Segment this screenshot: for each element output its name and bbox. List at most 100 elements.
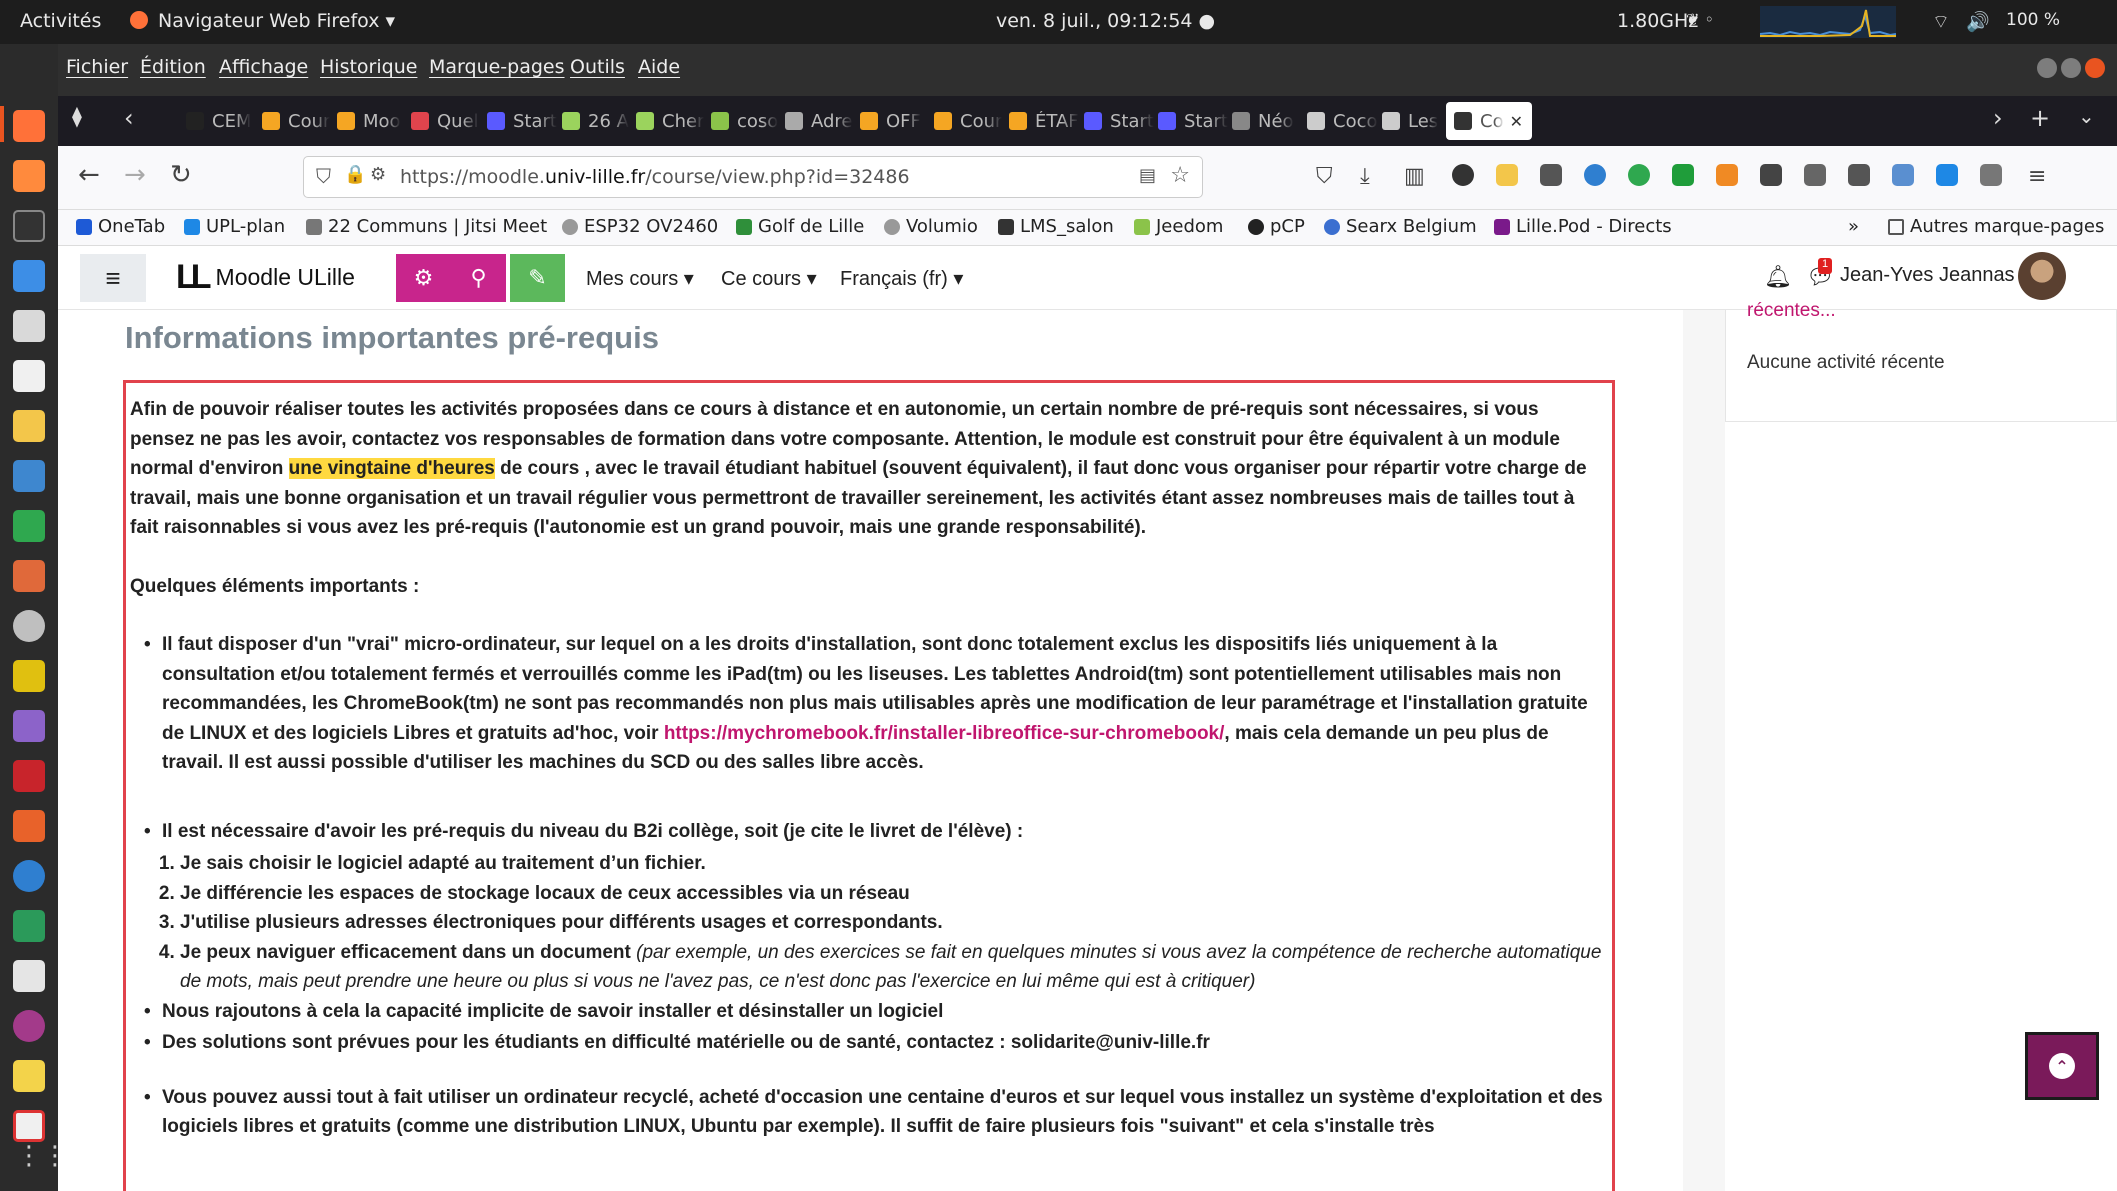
reader-view-icon[interactable]: ▤ (1139, 165, 1156, 186)
activities-button[interactable]: Activités (20, 10, 101, 32)
extension-c-icon[interactable] (1804, 164, 1826, 186)
menu-aide[interactable]: Aide (638, 56, 680, 78)
extension-note-icon[interactable] (1496, 164, 1518, 186)
extension-badge-icon[interactable] (1892, 164, 1914, 186)
menu-marque-pages[interactable]: Marque-pages (429, 56, 565, 78)
extension-orange-icon[interactable] (1716, 164, 1738, 186)
lock-icon[interactable]: 🔒 (344, 164, 366, 185)
extension-card-icon[interactable] (1760, 164, 1782, 186)
extension-star-icon[interactable] (1584, 164, 1606, 186)
ide-dock-icon[interactable] (13, 910, 45, 942)
bookmark-onetab[interactable]: OneTab (76, 216, 165, 237)
bookmark-upl-plan[interactable]: UPL-plan (184, 216, 285, 237)
back-to-top-button[interactable]: ⌃ (2025, 1032, 2099, 1100)
thunderbird-dock-icon[interactable] (13, 260, 45, 292)
volume-icon[interactable]: 🔊 (1966, 10, 1990, 33)
bookmark-lms-salon[interactable]: LMS_salon (998, 216, 1114, 237)
sidebar-icon[interactable]: ▥ (1404, 164, 1425, 189)
tab-favicon-icon (1382, 112, 1400, 130)
drawer-toggle-button[interactable]: ≡ (80, 254, 146, 302)
impress-dock-icon[interactable] (13, 560, 45, 592)
extension-v-icon[interactable] (1936, 164, 1958, 186)
extension-j-icon[interactable] (1452, 164, 1474, 186)
reload-button[interactable]: ↻ (170, 160, 192, 190)
system-monitor-graph[interactable] (1760, 6, 1896, 38)
bookmark-golf[interactable]: Golf de Lille (736, 216, 864, 237)
filezilla-dock-icon[interactable] (13, 760, 45, 792)
scanner-dock-icon[interactable] (13, 1110, 45, 1142)
video-dock-icon[interactable] (13, 710, 45, 742)
notes-dock-icon[interactable] (13, 410, 45, 442)
pinned-tab-icon[interactable]: ⧫ (72, 104, 82, 128)
forward-button[interactable]: → (124, 160, 146, 190)
settings-dock-icon[interactable] (13, 610, 45, 642)
sticky-notes-dock-icon[interactable] (13, 1060, 45, 1092)
bookmark-jeedom[interactable]: Jeedom (1134, 216, 1223, 237)
scroll-tabs-right[interactable]: › (1993, 104, 2003, 132)
files-dock-icon[interactable] (13, 310, 45, 342)
menu-affichage[interactable]: Affichage (219, 56, 308, 78)
language-menu[interactable]: Français (fr) ▾ (840, 266, 963, 291)
download-arrow-icon[interactable] (1672, 164, 1694, 186)
close-window-button[interactable] (2085, 58, 2105, 78)
menu-fichier[interactable]: Fichier (66, 56, 128, 78)
text-editor-dock-icon[interactable] (13, 360, 45, 392)
moodle-logo[interactable]: LL Moodle ULille (176, 258, 355, 297)
wifi-icon[interactable]: ⌔ (1932, 10, 1950, 34)
tweaks-dock-icon[interactable] (13, 1010, 45, 1042)
bookmark-esp32[interactable]: ESP32 OV2460 (562, 216, 718, 237)
bookmark-star-icon[interactable]: ☆ (1170, 163, 1190, 188)
new-tab-button[interactable]: + (2030, 104, 2050, 132)
extension-users-icon[interactable] (1540, 164, 1562, 186)
url-bar[interactable]: ⛉ 🔒 ⚙ https://moodle.univ-lille.fr/cours… (303, 156, 1203, 198)
close-tab-icon[interactable]: ✕ (1510, 112, 1523, 131)
menu-historique[interactable]: Historique (320, 56, 417, 78)
bookmark-searx[interactable]: Searx Belgium (1324, 216, 1477, 237)
battery-indicator[interactable]: 100 % (2006, 10, 2060, 30)
menu-edition[interactable]: Édition (140, 56, 206, 78)
bookmark-pcp[interactable]: pCP (1248, 216, 1305, 237)
admin-settings-button[interactable]: ⚙ (396, 254, 451, 302)
my-courses-menu[interactable]: Mes cours ▾ (586, 266, 694, 291)
firefox-dev-dock-icon[interactable] (13, 160, 45, 192)
calc-dock-icon[interactable] (13, 510, 45, 542)
menu-outils[interactable]: Outils (570, 56, 625, 78)
hamburger-menu-icon[interactable]: ≡ (2028, 164, 2046, 189)
tracking-shield-icon[interactable]: ⛉ (316, 164, 331, 188)
help-dock-icon[interactable] (13, 860, 45, 892)
drawing-dock-icon[interactable] (13, 660, 45, 692)
clock[interactable]: ven. 8 juil., 09:12:54 ● (996, 10, 1215, 32)
chromebook-link[interactable]: https://mychromebook.fr/installer-libreo… (664, 723, 1225, 744)
notification-bell-icon[interactable]: 🔔︎ (1764, 264, 1792, 290)
evernote-icon[interactable] (1628, 164, 1650, 186)
permissions-icon[interactable]: ⚙ (370, 164, 386, 185)
extension-bars-icon[interactable] (1848, 164, 1870, 186)
screenshot-dock-icon[interactable] (13, 960, 45, 992)
bookmark-jitsi[interactable]: 22 Communs | Jitsi Meet (306, 216, 547, 237)
tab-17[interactable]: Co ✕ (1446, 102, 1532, 140)
pocket-icon[interactable]: ⛉ (1316, 164, 1333, 189)
terminal-dock-icon[interactable] (13, 210, 45, 242)
user-avatar[interactable] (2018, 252, 2066, 300)
screenshot-icon[interactable] (1980, 164, 2002, 186)
bookmarks-overflow-icon[interactable]: » (1848, 216, 1859, 237)
bookmark-lille-pod[interactable]: Lille.Pod - Directs (1494, 216, 1672, 237)
writer-dock-icon[interactable] (13, 460, 45, 492)
firefox-dock-icon[interactable] (13, 110, 45, 142)
edit-mode-button[interactable]: ✎ (510, 254, 565, 302)
user-menu[interactable]: Jean-Yves Jeannas ▾ (1840, 262, 2030, 287)
maximize-button[interactable] (2061, 58, 2081, 78)
list-all-tabs-button[interactable]: ⌄ (2078, 104, 2095, 128)
scroll-tabs-left[interactable]: ‹ (124, 104, 134, 132)
downloads-icon[interactable]: ⤓ (1360, 164, 1370, 189)
app-menu[interactable]: Navigateur Web Firefox ▾ (158, 10, 395, 32)
tools-button[interactable]: ⚲ (451, 254, 506, 302)
minimize-button[interactable] (2037, 58, 2057, 78)
back-button[interactable]: ← (78, 160, 100, 190)
tab-label: Start (513, 110, 557, 132)
this-course-menu[interactable]: Ce cours ▾ (721, 266, 817, 291)
recent-activity-link[interactable]: récentes... (1747, 300, 1836, 322)
bookmark-volumio[interactable]: Volumio (884, 216, 978, 237)
software-dock-icon[interactable] (13, 810, 45, 842)
other-bookmarks[interactable]: Autres marque-pages (1888, 216, 2104, 237)
